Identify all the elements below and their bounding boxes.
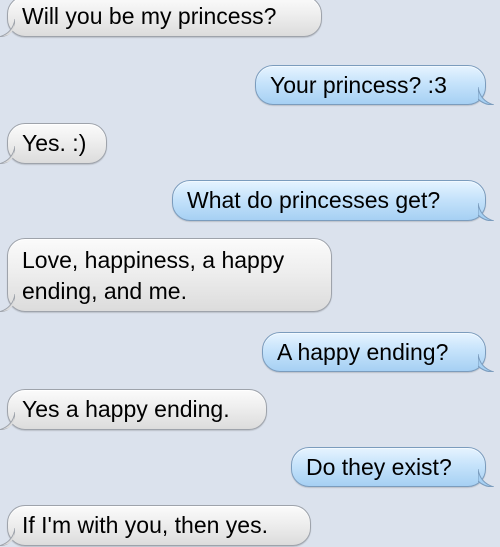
bubble-tail-icon [0, 294, 15, 312]
bubble-tail-icon [0, 146, 15, 164]
message-bubble-incoming[interactable]: Love, happiness, a happy ending, and me. [0, 238, 332, 312]
message-thread: Will you be my princess? Your princess? … [0, 0, 500, 547]
message-bubble-outgoing[interactable]: Your princess? :3 [255, 65, 494, 105]
message-bubble-incoming[interactable]: Yes a happy ending. [0, 389, 267, 430]
bubble-tail-icon [0, 412, 15, 430]
bubble-tail-icon [478, 354, 494, 372]
message-text: Yes. :) [22, 130, 87, 156]
message-text: Your princess? :3 [270, 72, 447, 98]
bubble-tail-icon [478, 469, 494, 487]
message-text: If I'm with you, then yes. [22, 512, 268, 538]
message-bubble-incoming[interactable]: If I'm with you, then yes. [0, 505, 311, 546]
message-bubble-outgoing[interactable]: A happy ending? [262, 332, 494, 372]
bubble-tail-icon [478, 87, 494, 105]
message-bubble-incoming[interactable]: Will you be my princess? [0, 0, 322, 37]
bubble-tail-icon [0, 528, 15, 546]
message-text: A happy ending? [277, 339, 449, 365]
bubble-tail-icon [478, 203, 494, 221]
message-bubble-outgoing[interactable]: Do they exist? [291, 447, 494, 487]
message-bubble-outgoing[interactable]: What do princesses get? [172, 180, 494, 221]
message-text: Love, happiness, a happy ending, and me. [22, 247, 285, 304]
message-bubble-incoming[interactable]: Yes. :) [0, 123, 107, 164]
message-text: Yes a happy ending. [22, 396, 230, 422]
bubble-tail-icon [0, 19, 15, 37]
message-text: Do they exist? [306, 454, 452, 480]
message-text: What do princesses get? [187, 187, 441, 213]
message-text: Will you be my princess? [22, 3, 277, 29]
